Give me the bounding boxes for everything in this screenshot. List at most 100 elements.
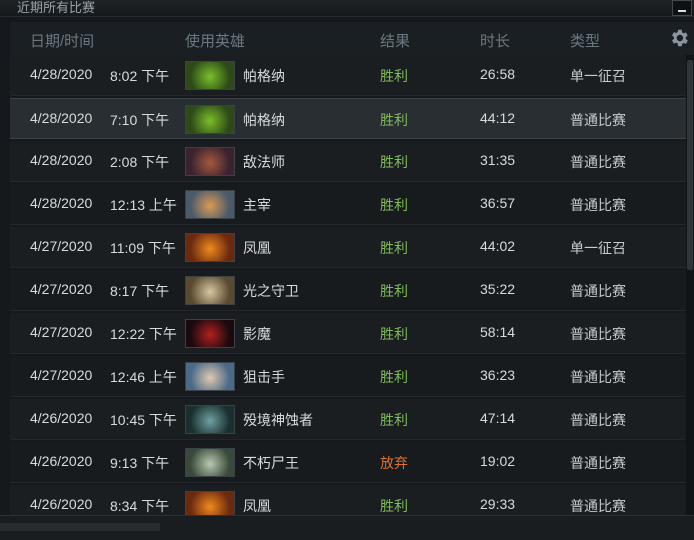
match-date: 4/28/2020 xyxy=(30,66,93,82)
match-type: 普通比赛 xyxy=(570,412,626,428)
hero-portrait[interactable] xyxy=(185,190,235,219)
match-table: 4/28/2020 8:02 下午 帕格纳 胜利 26:58 单一征召 4/28/2020 7… xyxy=(10,55,686,515)
match-type: 普通比赛 xyxy=(570,498,626,514)
match-date: 4/28/2020 xyxy=(30,152,93,168)
minimize-icon[interactable] xyxy=(672,0,692,16)
match-time: 2:08 下午 xyxy=(110,154,170,170)
hero-portrait[interactable] xyxy=(185,491,235,515)
header-result[interactable]: 结果 xyxy=(380,30,410,51)
match-result: 胜利 xyxy=(380,240,408,256)
match-type: 普通比赛 xyxy=(570,369,626,385)
hero-name: 狙击手 xyxy=(243,369,285,385)
footer-bar xyxy=(0,515,694,540)
table-row[interactable]: 4/28/2020 12:13 上午 主宰 胜利 36:57 普通比赛 xyxy=(10,184,686,225)
hero-portrait[interactable] xyxy=(185,448,235,477)
hero-name: 光之守卫 xyxy=(243,283,299,299)
hero-name: 帕格纳 xyxy=(243,68,285,84)
table-header: 日期/时间 使用英雄 结果 时长 类型 xyxy=(10,22,694,56)
match-result: 胜利 xyxy=(380,412,408,428)
match-duration: 36:57 xyxy=(480,195,516,211)
match-duration: 35:22 xyxy=(480,281,516,297)
match-time: 8:34 下午 xyxy=(110,498,170,514)
table-row[interactable]: 4/26/2020 8:34 下午 凤凰 胜利 29:33 普通比赛 xyxy=(10,485,686,515)
match-duration: 31:35 xyxy=(480,152,516,168)
table-row[interactable]: 4/26/2020 9:13 下午 不朽尸王 放弃 19:02 普通比赛 xyxy=(10,442,686,483)
match-time: 7:10 下午 xyxy=(110,112,170,128)
match-result: 胜利 xyxy=(380,498,408,514)
match-date: 4/26/2020 xyxy=(30,453,93,469)
match-duration: 44:02 xyxy=(480,238,516,254)
match-duration: 58:14 xyxy=(480,324,516,340)
match-result: 胜利 xyxy=(380,112,408,128)
match-result: 胜利 xyxy=(380,68,408,84)
match-type: 普通比赛 xyxy=(570,154,626,170)
match-date: 4/26/2020 xyxy=(30,496,93,512)
table-row[interactable]: 4/27/2020 8:17 下午 光之守卫 胜利 35:22 普通比赛 xyxy=(10,270,686,311)
match-date: 4/28/2020 xyxy=(30,110,93,126)
match-date: 4/27/2020 xyxy=(30,281,93,297)
table-row[interactable]: 4/28/2020 8:02 下午 帕格纳 胜利 26:58 单一征召 xyxy=(10,55,686,96)
match-duration: 47:14 xyxy=(480,410,516,426)
match-time: 9:13 下午 xyxy=(110,455,170,471)
match-date: 4/26/2020 xyxy=(30,410,93,426)
hero-name: 凤凰 xyxy=(243,240,271,256)
gear-icon[interactable] xyxy=(668,27,690,49)
header-date-time[interactable]: 日期/时间 xyxy=(30,30,94,51)
hero-portrait[interactable] xyxy=(185,405,235,434)
match-result: 胜利 xyxy=(380,197,408,213)
match-time: 11:09 下午 xyxy=(110,240,176,256)
match-type: 普通比赛 xyxy=(570,455,626,471)
match-duration: 29:33 xyxy=(480,496,516,512)
match-type: 普通比赛 xyxy=(570,283,626,299)
hero-portrait[interactable] xyxy=(185,276,235,305)
match-duration: 36:23 xyxy=(480,367,516,383)
match-date: 4/27/2020 xyxy=(30,367,93,383)
match-result: 胜利 xyxy=(380,369,408,385)
table-row[interactable]: 4/28/2020 7:10 下午 帕格纳 胜利 44:12 普通比赛 xyxy=(10,98,686,139)
hero-portrait[interactable] xyxy=(185,233,235,262)
match-time: 12:22 下午 xyxy=(110,326,177,342)
header-hero[interactable]: 使用英雄 xyxy=(185,30,245,51)
scrollbar-thumb[interactable] xyxy=(687,60,693,270)
hero-name: 帕格纳 xyxy=(243,112,285,128)
hero-portrait[interactable] xyxy=(185,105,235,134)
table-row[interactable]: 4/27/2020 11:09 下午 凤凰 胜利 44:02 单一征召 xyxy=(10,227,686,268)
hero-portrait[interactable] xyxy=(185,61,235,90)
hero-portrait[interactable] xyxy=(185,319,235,348)
match-duration: 26:58 xyxy=(480,66,516,82)
table-row[interactable]: 4/28/2020 2:08 下午 敌法师 胜利 31:35 普通比赛 xyxy=(10,141,686,182)
match-result: 胜利 xyxy=(380,283,408,299)
table-row[interactable]: 4/26/2020 10:45 下午 殁境神蚀者 胜利 47:14 普通比赛 xyxy=(10,399,686,440)
header-duration[interactable]: 时长 xyxy=(480,30,510,51)
hero-name: 主宰 xyxy=(243,197,271,213)
match-type: 普通比赛 xyxy=(570,112,626,128)
match-duration: 19:02 xyxy=(480,453,516,469)
match-date: 4/28/2020 xyxy=(30,195,93,211)
match-duration: 44:12 xyxy=(480,110,516,126)
panel-title: 近期所有比赛 xyxy=(17,0,96,15)
hero-portrait[interactable] xyxy=(185,362,235,391)
match-date: 4/27/2020 xyxy=(30,324,93,340)
hero-portrait[interactable] xyxy=(185,147,235,176)
match-time: 12:46 上午 xyxy=(110,369,177,385)
match-type: 普通比赛 xyxy=(570,197,626,213)
match-result: 胜利 xyxy=(380,326,408,342)
match-result: 放弃 xyxy=(380,455,408,471)
match-date: 4/27/2020 xyxy=(30,238,93,254)
hero-name: 影魔 xyxy=(243,326,271,342)
match-time: 12:13 上午 xyxy=(110,197,177,213)
hero-name: 殁境神蚀者 xyxy=(243,412,313,428)
table-row[interactable]: 4/27/2020 12:46 上午 狙击手 胜利 36:23 普通比赛 xyxy=(10,356,686,397)
hero-name: 敌法师 xyxy=(243,154,285,170)
match-time: 10:45 下午 xyxy=(110,412,177,428)
footer-divider xyxy=(0,523,160,531)
match-type: 单一征召 xyxy=(570,68,626,84)
match-type: 普通比赛 xyxy=(570,326,626,342)
match-time: 8:17 下午 xyxy=(110,283,170,299)
match-time: 8:02 下午 xyxy=(110,68,170,84)
match-type: 单一征召 xyxy=(570,240,626,256)
table-row[interactable]: 4/27/2020 12:22 下午 影魔 胜利 58:14 普通比赛 xyxy=(10,313,686,354)
hero-name: 不朽尸王 xyxy=(243,455,299,471)
hero-name: 凤凰 xyxy=(243,498,271,514)
header-type[interactable]: 类型 xyxy=(570,30,600,51)
